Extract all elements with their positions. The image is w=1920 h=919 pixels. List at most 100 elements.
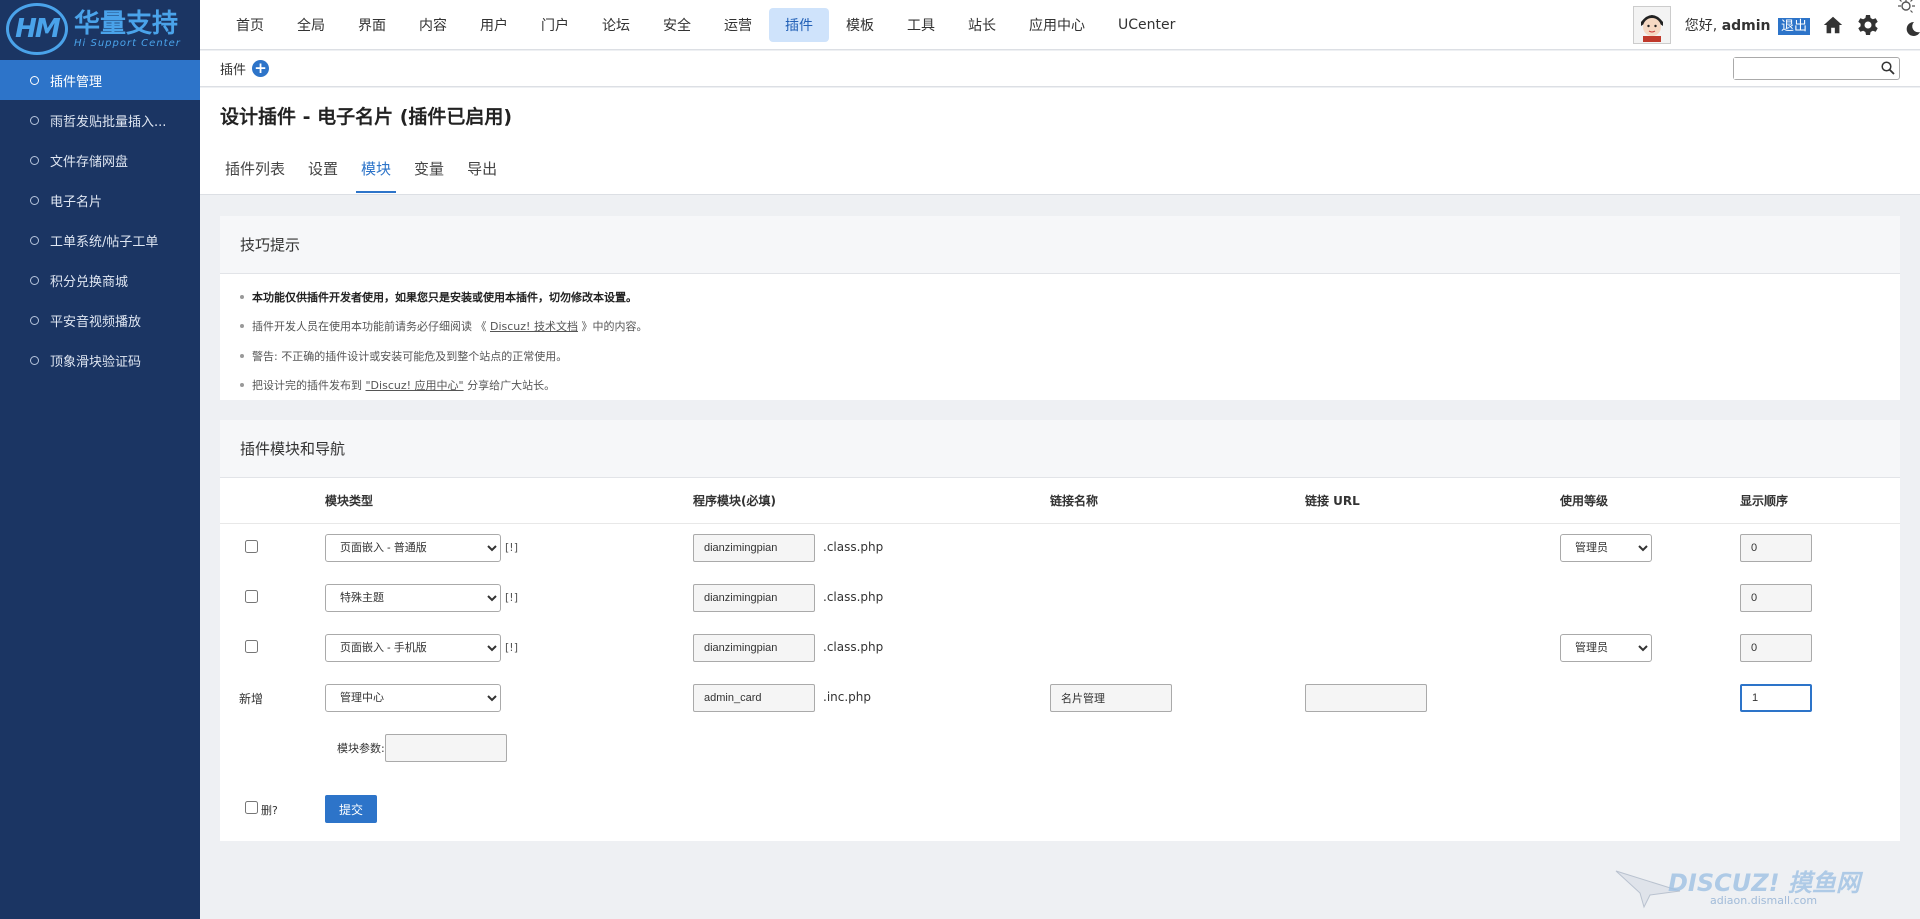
row-delete-checkbox[interactable] xyxy=(245,640,258,653)
sidebar-item-plugin-management[interactable]: 插件管理 xyxy=(0,60,200,100)
username: admin xyxy=(1721,18,1771,34)
new-row: 新增 管理中心 .inc.php xyxy=(220,673,1900,723)
col-link-url: 链接 URL xyxy=(1305,478,1560,524)
nav-interface[interactable]: 界面 xyxy=(342,8,402,42)
tip-item: 把设计完的插件发布到 "Discuz! 应用中心" 分享给广大站长。 xyxy=(240,371,1900,401)
sidebar-item-label: 工单系统/帖子工单 xyxy=(50,234,159,250)
row-delete-checkbox[interactable] xyxy=(245,590,258,603)
sidebar-item-label: 顶象滑块验证码 xyxy=(50,354,142,370)
tip-item: 警告: 不正确的插件设计或安装可能危及到整个站点的正常使用。 xyxy=(240,341,1900,371)
sidebar-item-batch-insert[interactable]: 雨哲发贴批量插入... xyxy=(0,100,200,140)
tips-heading: 技巧提示 xyxy=(220,216,1900,274)
breadcrumb-bar: 插件 + xyxy=(200,51,1920,87)
col-display-order: 显示顺序 xyxy=(1740,478,1900,524)
page-header: 设计插件 - 电子名片 (插件已启用) 插件列表 设置 模块 变量 导出 xyxy=(200,88,1920,195)
sidebar-item-av-player[interactable]: 平安音视频播放 xyxy=(0,300,200,340)
bullet-icon xyxy=(30,195,39,205)
help-link[interactable]: [!] xyxy=(505,541,518,554)
module-param-input[interactable] xyxy=(384,734,507,762)
nav-operations[interactable]: 运营 xyxy=(708,8,768,42)
sidebar-item-business-card[interactable]: 电子名片 xyxy=(0,180,200,220)
bullet-icon xyxy=(30,355,39,365)
avatar-face-icon xyxy=(1640,15,1663,42)
logo[interactable]: HM 华量支持 Hi Support Center xyxy=(0,0,200,58)
nav-app-center[interactable]: 应用中心 xyxy=(1013,8,1101,42)
sidebar-item-label: 雨哲发贴批量插入... xyxy=(50,114,167,130)
tech-doc-link[interactable]: Discuz! 技术文档 xyxy=(490,318,578,334)
display-order-input[interactable] xyxy=(1740,584,1812,612)
nav-plugins[interactable]: 插件 xyxy=(769,7,829,42)
nav-global[interactable]: 全局 xyxy=(281,8,341,42)
gear-icon[interactable] xyxy=(1856,13,1880,37)
display-order-input[interactable] xyxy=(1740,534,1812,563)
display-order-input[interactable] xyxy=(1740,634,1812,662)
nav-portal[interactable]: 门户 xyxy=(525,8,585,42)
nav-home[interactable]: 首页 xyxy=(220,8,280,42)
sidebar-item-slider-captcha[interactable]: 顶象滑块验证码 xyxy=(0,340,200,380)
tab-export[interactable]: 导出 xyxy=(462,158,502,193)
main-nav: 首页 全局 界面 内容 用户 门户 论坛 安全 运营 插件 模板 工具 站长 应… xyxy=(220,7,1192,42)
user-area: 您好, admin 退出 xyxy=(1632,0,1920,50)
program-module-input[interactable] xyxy=(693,634,815,662)
nav-ucenter[interactable]: UCenter xyxy=(1102,10,1191,40)
submit-button[interactable]: 提交 xyxy=(325,795,377,823)
sidebar-item-ticket-system[interactable]: 工单系统/帖子工单 xyxy=(0,220,200,260)
add-shortcut-button[interactable]: + xyxy=(252,60,270,77)
program-module-input[interactable] xyxy=(693,534,815,563)
top-navbar: 首页 全局 界面 内容 用户 门户 论坛 安全 运营 插件 模板 工具 站长 应… xyxy=(200,0,1920,50)
moon-icon xyxy=(1906,21,1920,36)
avatar[interactable] xyxy=(1632,6,1671,44)
search-icon[interactable] xyxy=(1881,61,1895,79)
theme-toggle[interactable] xyxy=(1880,0,1920,50)
usage-level-select[interactable]: 管理员 xyxy=(1560,634,1652,662)
help-link[interactable]: [!] xyxy=(505,591,518,604)
new-link-name-input[interactable] xyxy=(1050,684,1172,712)
nav-tools[interactable]: 工具 xyxy=(891,8,951,42)
col-program-module: 程序模块(必填) xyxy=(693,478,1050,524)
nav-user[interactable]: 用户 xyxy=(464,8,524,42)
sidebar-item-label: 电子名片 xyxy=(50,194,103,210)
module-type-select[interactable]: 页面嵌入 - 普通版 xyxy=(325,534,501,563)
new-row-label: 新增 xyxy=(239,691,264,706)
home-icon[interactable] xyxy=(1822,14,1844,36)
module-type-select[interactable]: 页面嵌入 - 手机版 xyxy=(325,634,501,662)
nav-templates[interactable]: 模板 xyxy=(830,8,890,42)
tab-bar: 插件列表 设置 模块 变量 导出 xyxy=(220,158,515,193)
logout-button[interactable]: 退出 xyxy=(1777,18,1810,35)
module-type-select[interactable]: 特殊主题 xyxy=(325,584,501,612)
app-center-link[interactable]: "Discuz! 应用中心" xyxy=(366,377,464,393)
nav-webmaster[interactable]: 站长 xyxy=(952,8,1012,42)
new-display-order-input[interactable] xyxy=(1740,684,1812,712)
tips-panel: 技巧提示 本功能仅供插件开发者使用，如果您只是安装或使用本插件，切勿修改本设置。… xyxy=(220,216,1900,400)
usage-level-select[interactable]: 管理员 xyxy=(1560,534,1652,563)
sidebar-item-points-mall[interactable]: 积分兑换商城 xyxy=(0,260,200,300)
nav-content[interactable]: 内容 xyxy=(403,8,463,42)
tips-list: 本功能仅供插件开发者使用，如果您只是安装或使用本插件，切勿修改本设置。 插件开发… xyxy=(220,274,1900,400)
sidebar-item-label: 积分兑换商城 xyxy=(50,274,129,290)
sun-icon xyxy=(1898,0,1915,13)
tab-modules[interactable]: 模块 xyxy=(356,158,397,193)
row-delete-checkbox[interactable] xyxy=(245,540,258,554)
search-input[interactable] xyxy=(1734,58,1874,79)
tab-settings[interactable]: 设置 xyxy=(303,158,343,193)
watermark: DISCUZ! 摸鱼网 adiaon.dismall.com xyxy=(1610,861,1910,911)
tab-plugin-list[interactable]: 插件列表 xyxy=(220,158,290,193)
col-usage-level: 使用等级 xyxy=(1560,478,1740,524)
user-greeting: 您好, admin 退出 xyxy=(1685,15,1810,35)
tab-variables[interactable]: 变量 xyxy=(409,158,449,193)
delete-all-checkbox[interactable] xyxy=(245,800,258,814)
program-module-input[interactable] xyxy=(693,584,815,612)
bullet-icon xyxy=(30,115,39,125)
sidebar-item-file-storage[interactable]: 文件存储网盘 xyxy=(0,140,200,180)
watermark-text: DISCUZ! 摸鱼网 xyxy=(1668,869,1860,897)
help-link[interactable]: [!] xyxy=(505,641,518,654)
new-program-module-input[interactable] xyxy=(693,684,815,712)
module-param-row: 模块参数: xyxy=(220,723,1900,773)
sidebar-item-label: 文件存储网盘 xyxy=(50,154,129,170)
table-row: 页面嵌入 - 手机版[!] .class.php 管理员 xyxy=(220,623,1900,673)
new-link-url-input[interactable] xyxy=(1305,684,1427,712)
nav-forum[interactable]: 论坛 xyxy=(586,8,646,42)
new-module-type-select[interactable]: 管理中心 xyxy=(325,684,501,712)
nav-security[interactable]: 安全 xyxy=(647,8,707,42)
breadcrumb-plugin[interactable]: 插件 xyxy=(220,59,246,78)
